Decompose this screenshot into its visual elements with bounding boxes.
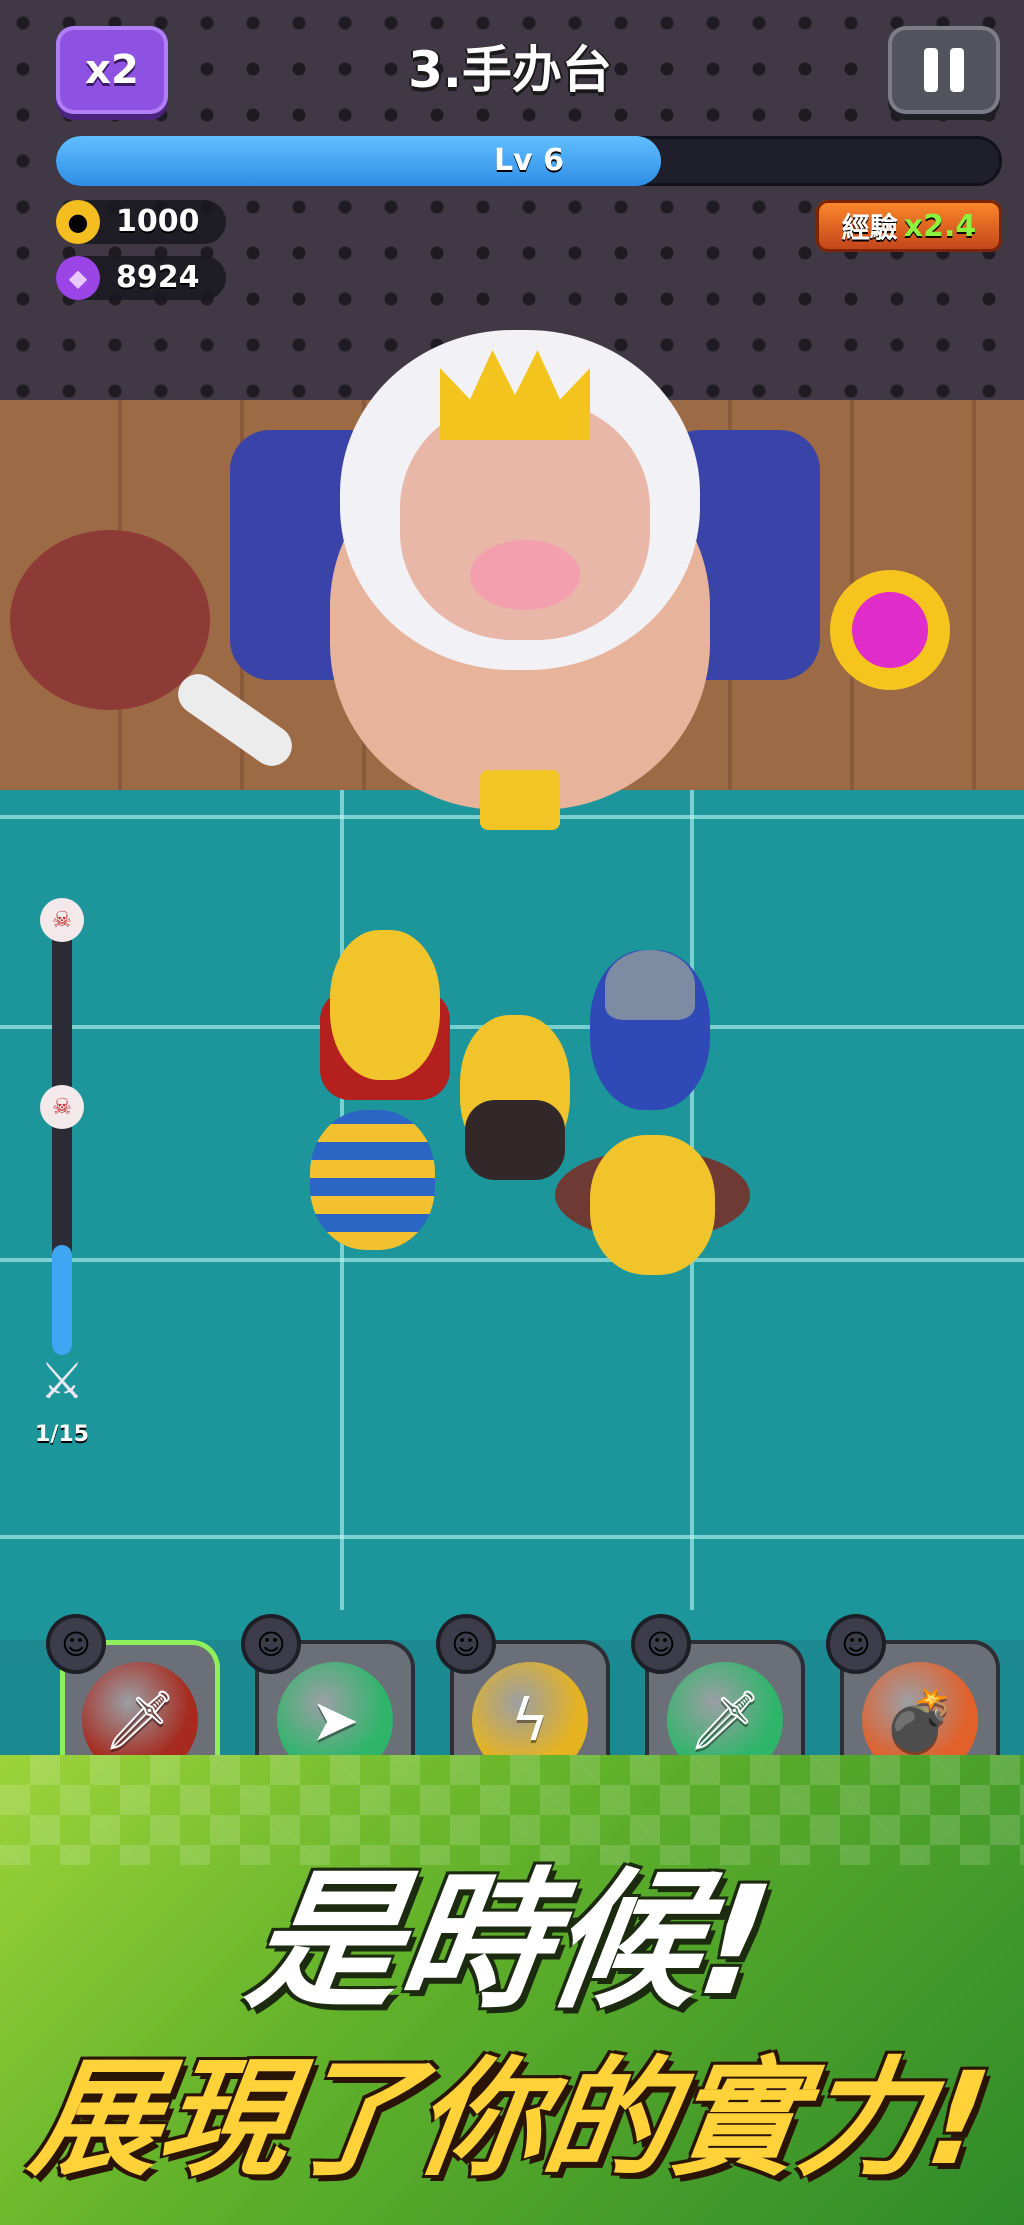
gold-coin-icon: ● <box>56 200 100 244</box>
pause-icon <box>924 48 938 92</box>
hero-portrait-icon: ☺ <box>245 1618 297 1670</box>
grid-line <box>0 1258 1024 1262</box>
hero-portrait-icon: ☺ <box>50 1618 102 1670</box>
gem-amount: 8924 <box>116 260 200 295</box>
hero-portrait-icon: ☺ <box>830 1618 882 1670</box>
cutting-mat-arena <box>0 790 1024 1640</box>
gem-icon: ◆ <box>56 256 100 300</box>
speed-toggle-button[interactable]: x2 <box>56 26 168 114</box>
stage-title: 3.手办台 <box>408 41 612 99</box>
promo-headline-line2: 展現了你的實力! <box>22 2045 998 2194</box>
hero-dragon[interactable] <box>590 1135 715 1275</box>
xp-multiplier-badge: 經驗 x2.4 <box>816 200 1002 252</box>
pause-icon <box>950 48 964 92</box>
grid-line <box>0 1535 1024 1539</box>
coin-amount: 1000 <box>116 204 200 239</box>
promo-headline-line1: 是時候! <box>238 1855 782 2029</box>
wave-progress-fill <box>52 1245 72 1355</box>
scepter-gem <box>852 592 928 668</box>
hero-portrait-icon: ☺ <box>635 1618 687 1670</box>
level-progress-bar: Lv 6 <box>56 136 1002 186</box>
boss-snout <box>470 540 580 610</box>
crossed-swords-icon: ⚔ <box>39 1352 85 1410</box>
xp-multiplier-value: x2.4 <box>903 208 977 244</box>
hero-archer-outfit <box>465 1100 565 1180</box>
coin-counter: ● 1000 <box>56 200 226 244</box>
boss-skull-icon: ☠ <box>40 898 84 942</box>
hero-swordsman[interactable] <box>330 930 440 1080</box>
gem-counter: ◆ 8924 <box>56 256 226 300</box>
wave-counter: 1/15 <box>35 1422 89 1447</box>
hero-portrait-icon: ☺ <box>440 1618 492 1670</box>
boss-belt <box>480 770 560 830</box>
viking-helmet-icon <box>605 950 695 1020</box>
pause-button[interactable] <box>888 26 1000 114</box>
boss-skull-icon: ☠ <box>40 1085 84 1129</box>
xp-label: 經驗 <box>841 211 898 244</box>
level-label: Lv 6 <box>494 143 564 178</box>
hero-pharaoh[interactable] <box>310 1110 435 1250</box>
